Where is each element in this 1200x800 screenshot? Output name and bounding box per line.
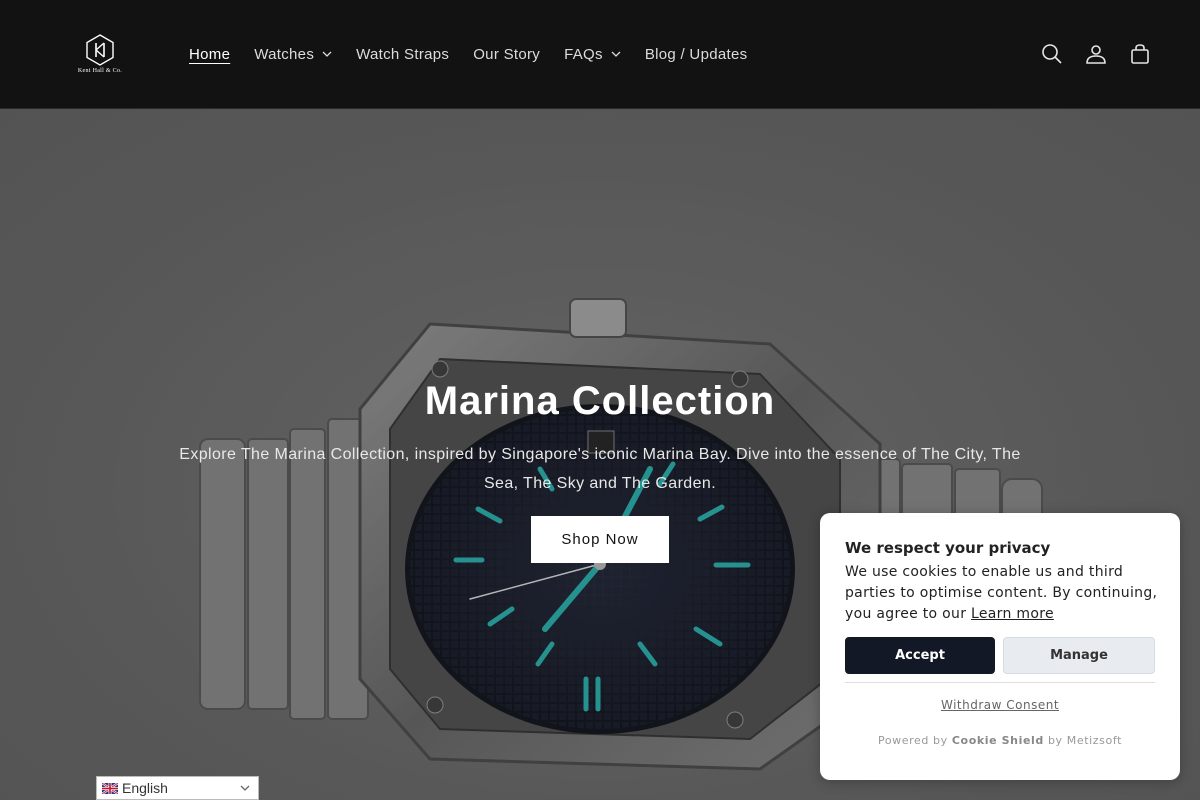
brand-logo[interactable]: Kent Hall & Co. — [72, 34, 128, 78]
accept-button[interactable]: Accept — [845, 637, 995, 674]
uk-flag-icon — [102, 782, 118, 794]
hero-subtitle: Explore The Marina Collection, inspired … — [179, 446, 1021, 492]
cookie-body: We use cookies to enable us and third pa… — [845, 562, 1165, 625]
cart-icon[interactable] — [1126, 38, 1154, 70]
search-icon[interactable] — [1038, 38, 1066, 70]
account-icon[interactable] — [1082, 38, 1110, 70]
logo-text: Kent Hall & Co. — [77, 68, 123, 74]
nav-item-watch-straps[interactable]: Watch Straps — [344, 36, 461, 72]
powered-by-text: Powered by Cookie Shield by Metizsoft — [820, 734, 1180, 747]
manage-button[interactable]: Manage — [1003, 637, 1155, 674]
nav-item-label: FAQs — [564, 45, 603, 63]
language-label: English — [122, 780, 168, 796]
site-header: Kent Hall & Co. Home Watches Watch Straps O… — [0, 0, 1200, 109]
shop-now-button[interactable]: Shop Now — [531, 516, 669, 563]
nav-item-watches[interactable]: Watches — [242, 36, 344, 72]
nav-item-label: Blog / Updates — [644, 45, 748, 63]
chevron-down-icon — [240, 785, 250, 791]
nav-item-label: Our Story — [473, 45, 541, 63]
nav-item-home[interactable]: Home — [177, 36, 242, 72]
nav-item-label: Watches — [254, 45, 315, 63]
withdraw-consent-link[interactable]: Withdraw Consent — [820, 698, 1180, 712]
powered-suffix: by Metizsoft — [1047, 734, 1123, 747]
chevron-down-icon — [611, 51, 621, 57]
divider — [845, 682, 1155, 683]
hero-title: Marina Collection — [424, 379, 776, 423]
nav-item-label: Watch Straps — [356, 45, 450, 63]
cookie-consent-panel: We respect your privacy We use cookies t… — [820, 513, 1180, 780]
learn-more-link[interactable]: Learn more — [971, 606, 1054, 622]
chevron-down-icon — [322, 51, 332, 57]
cookie-title: We respect your privacy — [845, 539, 1051, 557]
nav-item-our-story[interactable]: Our Story — [461, 36, 552, 72]
nav-item-label: Home — [189, 45, 231, 63]
nav-item-faqs[interactable]: FAQs — [552, 36, 633, 72]
language-selector[interactable]: English — [96, 776, 259, 800]
logo-mark-icon — [86, 34, 114, 66]
nav-item-blog-updates[interactable]: Blog / Updates — [633, 36, 760, 72]
powered-brand: Cookie Shield — [951, 734, 1044, 747]
header-icons — [1038, 38, 1154, 70]
powered-prefix: Powered by — [877, 734, 948, 747]
main-nav: Home Watches Watch Straps Our Story FAQs Blog… — [177, 36, 759, 72]
